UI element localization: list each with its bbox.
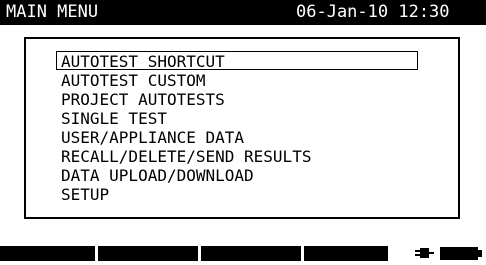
date-time: 06-Jan-10 12:30	[296, 2, 450, 22]
battery-icon	[440, 247, 482, 260]
main-menu: AUTOTEST SHORTCUT AUTOTEST CUSTOM PROJEC…	[24, 37, 460, 219]
menu-item-autotest-shortcut[interactable]: AUTOTEST SHORTCUT	[56, 51, 418, 71]
title-bar: MAIN MENU 06-Jan-10 12:30	[0, 0, 486, 25]
menu-list: AUTOTEST SHORTCUT AUTOTEST CUSTOM PROJEC…	[56, 51, 418, 204]
function-key-bar	[0, 246, 388, 261]
function-key-divider	[95, 246, 98, 261]
mains-plug-icon	[415, 248, 434, 258]
status-icons-svg	[415, 247, 482, 260]
function-key-divider	[198, 246, 201, 261]
menu-item-single-test[interactable]: SINGLE TEST	[56, 108, 418, 128]
menu-item-user-appliance-data[interactable]: USER/APPLIANCE DATA	[56, 127, 418, 147]
menu-item-recall-delete-send-results[interactable]: RECALL/DELETE/SEND RESULTS	[56, 146, 418, 166]
menu-item-project-autotests[interactable]: PROJECT AUTOTESTS	[56, 89, 418, 109]
menu-item-data-upload-download[interactable]: DATA UPLOAD/DOWNLOAD	[56, 165, 418, 185]
menu-item-autotest-custom[interactable]: AUTOTEST CUSTOM	[56, 70, 418, 90]
screen-title: MAIN MENU	[6, 2, 99, 22]
menu-item-setup[interactable]: SETUP	[56, 184, 418, 204]
function-key-divider	[301, 246, 304, 261]
status-indicators	[412, 244, 486, 261]
